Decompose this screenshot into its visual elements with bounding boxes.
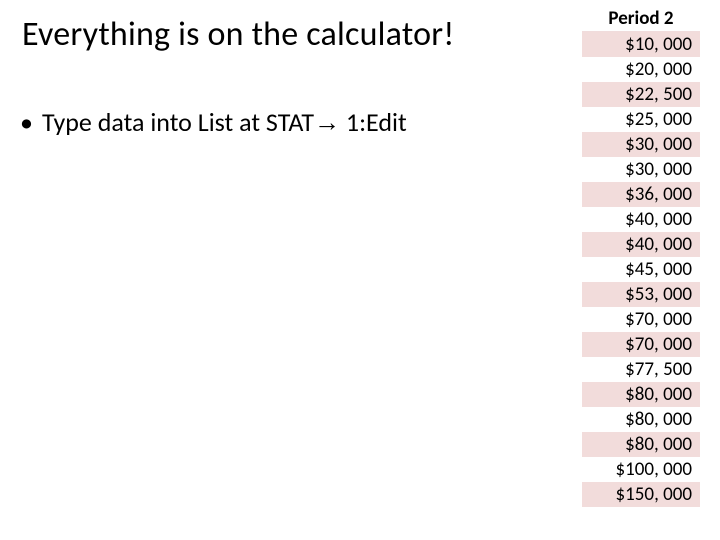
table-row: $30, 000: [582, 157, 700, 182]
table-cell: $40, 000: [582, 232, 700, 257]
table-body: $10, 000 $20, 000 $22, 500 $25, 000 $30,…: [582, 32, 700, 508]
table-cell: $53, 000: [582, 282, 700, 307]
table-cell: $30, 000: [582, 132, 700, 157]
table-row: $77, 500: [582, 357, 700, 382]
table-row: $150, 000: [582, 482, 700, 507]
table-row: $30, 000: [582, 132, 700, 157]
table-row: $20, 000: [582, 57, 700, 82]
table-cell: $40, 000: [582, 207, 700, 232]
table-cell: $70, 000: [582, 332, 700, 357]
data-table: Period 2 $10, 000 $20, 000 $22, 500 $25,…: [582, 6, 700, 507]
slide-title: Everything is on the calculator!: [22, 14, 552, 55]
table-cell: $22, 500: [582, 82, 700, 107]
table-row: $40, 000: [582, 232, 700, 257]
table-cell: $150, 000: [582, 482, 700, 507]
table-cell: $30, 000: [582, 157, 700, 182]
table-row: $25, 000: [582, 107, 700, 132]
table-row: $80, 000: [582, 407, 700, 432]
table-row: $45, 000: [582, 257, 700, 282]
table-row: $100, 000: [582, 457, 700, 482]
bullet-item: Type data into List at STAT→ 1:Edit: [16, 106, 536, 139]
table-cell: $80, 000: [582, 382, 700, 407]
bullet-text-suffix: 1:Edit: [340, 106, 407, 138]
table-row: $70, 000: [582, 307, 700, 332]
table-row: $70, 000: [582, 332, 700, 357]
table-row: $40, 000: [582, 207, 700, 232]
table-row: $53, 000: [582, 282, 700, 307]
right-arrow-icon: →: [314, 107, 340, 137]
table-row: $22, 500: [582, 82, 700, 107]
table-row: $36, 000: [582, 182, 700, 207]
table-cell: $77, 500: [582, 357, 700, 382]
table-cell: $25, 000: [582, 107, 700, 132]
table-cell: $80, 000: [582, 407, 700, 432]
table-cell: $10, 000: [582, 32, 700, 58]
table-cell: $70, 000: [582, 307, 700, 332]
table-cell: $36, 000: [582, 182, 700, 207]
slide: Everything is on the calculator! Type da…: [0, 0, 720, 540]
table-cell: $100, 000: [582, 457, 700, 482]
table-cell: $80, 000: [582, 432, 700, 457]
table-row: $80, 000: [582, 432, 700, 457]
table-header: Period 2: [582, 6, 700, 32]
table-row: $80, 000: [582, 382, 700, 407]
bullet-list: Type data into List at STAT→ 1:Edit: [16, 106, 536, 147]
table-cell: $20, 000: [582, 57, 700, 82]
table-cell: $45, 000: [582, 257, 700, 282]
bullet-text-prefix: Type data into List at STAT: [42, 106, 314, 138]
table-row: $10, 000: [582, 32, 700, 58]
